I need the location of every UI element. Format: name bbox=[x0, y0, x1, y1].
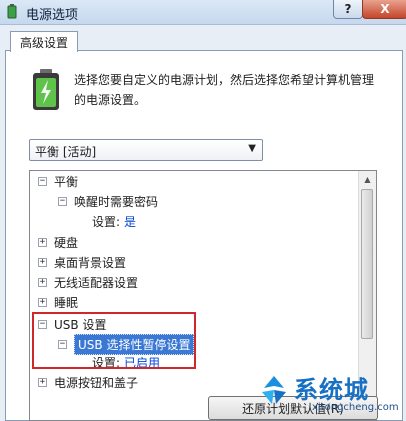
collapse-icon[interactable]: − bbox=[38, 176, 47, 186]
setting-label: 设置: bbox=[92, 355, 121, 370]
tree-item-sleep[interactable]: + 睡眠 bbox=[38, 292, 78, 312]
collapse-icon[interactable]: − bbox=[38, 319, 47, 329]
tree-item-wake-password[interactable]: − 唤醒时需要密码 bbox=[58, 191, 158, 211]
setting-value-link[interactable]: 已启用 bbox=[124, 354, 160, 371]
tree-item-balanced[interactable]: − 平衡 bbox=[38, 171, 78, 191]
watermark-logo-icon bbox=[262, 376, 286, 404]
tree-item-wireless-adapter[interactable]: + 无线适配器设置 bbox=[38, 272, 138, 292]
expand-icon[interactable]: + bbox=[38, 277, 47, 287]
tree-item-label: 电源按钮和盖子 bbox=[54, 375, 139, 390]
scrollbar-thumb[interactable] bbox=[361, 189, 373, 339]
tree-item-label: 平衡 bbox=[54, 174, 79, 189]
tree-item-usb-settings[interactable]: − USB 设置 bbox=[38, 314, 106, 334]
tree-item-setting: 设置: 是 bbox=[92, 211, 136, 231]
tree-item-desktop-background[interactable]: + 桌面背景设置 bbox=[38, 252, 126, 272]
tab-advanced-settings[interactable]: 高级设置 bbox=[10, 31, 78, 52]
collapse-icon[interactable]: − bbox=[58, 196, 67, 206]
chevron-down-icon[interactable]: ▼ bbox=[248, 143, 256, 154]
expand-icon[interactable]: + bbox=[38, 377, 47, 387]
title-bar: 电源选项 ? X bbox=[0, 0, 406, 25]
expand-icon[interactable]: + bbox=[38, 297, 47, 307]
tree-item-label: 睡眠 bbox=[54, 295, 79, 310]
close-button[interactable]: X bbox=[362, 0, 406, 19]
scroll-up-icon[interactable]: ▲ bbox=[359, 171, 376, 188]
tree-item-label: 桌面背景设置 bbox=[54, 255, 127, 270]
tree-item-power-buttons-lid[interactable]: + 电源按钮和盖子 bbox=[38, 372, 138, 392]
tree-item-usb-selective-suspend[interactable]: − USB 选择性暂停设置 bbox=[58, 333, 195, 355]
power-options-icon bbox=[7, 4, 17, 19]
help-button[interactable]: ? bbox=[333, 0, 363, 19]
setting-label: 设置: bbox=[92, 214, 121, 229]
tree-item-label: USB 设置 bbox=[54, 317, 107, 332]
setting-value-link[interactable]: 是 bbox=[124, 213, 136, 230]
watermark-url: xitongcheng.com bbox=[312, 402, 399, 413]
tree-item-label: 硬盘 bbox=[54, 235, 79, 250]
power-plan-value: 平衡 [活动] bbox=[35, 145, 97, 159]
power-plan-dropdown[interactable]: 平衡 [活动] ▼ bbox=[29, 139, 263, 161]
expand-icon[interactable]: + bbox=[38, 237, 47, 247]
expand-icon[interactable]: + bbox=[38, 257, 47, 267]
watermark-brand: 系统城 bbox=[294, 376, 369, 404]
tree-item-label: 唤醒时需要密码 bbox=[74, 194, 159, 209]
window-title: 电源选项 bbox=[26, 8, 79, 23]
battery-icon bbox=[33, 69, 59, 110]
tree-item-label: 无线适配器设置 bbox=[54, 275, 139, 290]
tree-item-hard-disk[interactable]: + 硬盘 bbox=[38, 232, 78, 252]
tree-item-setting: 设置: 已启用 bbox=[92, 352, 160, 372]
description-text: 选择您要自定义的电源计划，然后选择您希望计算机管理的电源设置。 bbox=[74, 73, 375, 107]
watermark: 系统城 xitongcheng.com bbox=[256, 368, 404, 421]
collapse-icon[interactable]: − bbox=[58, 339, 67, 349]
